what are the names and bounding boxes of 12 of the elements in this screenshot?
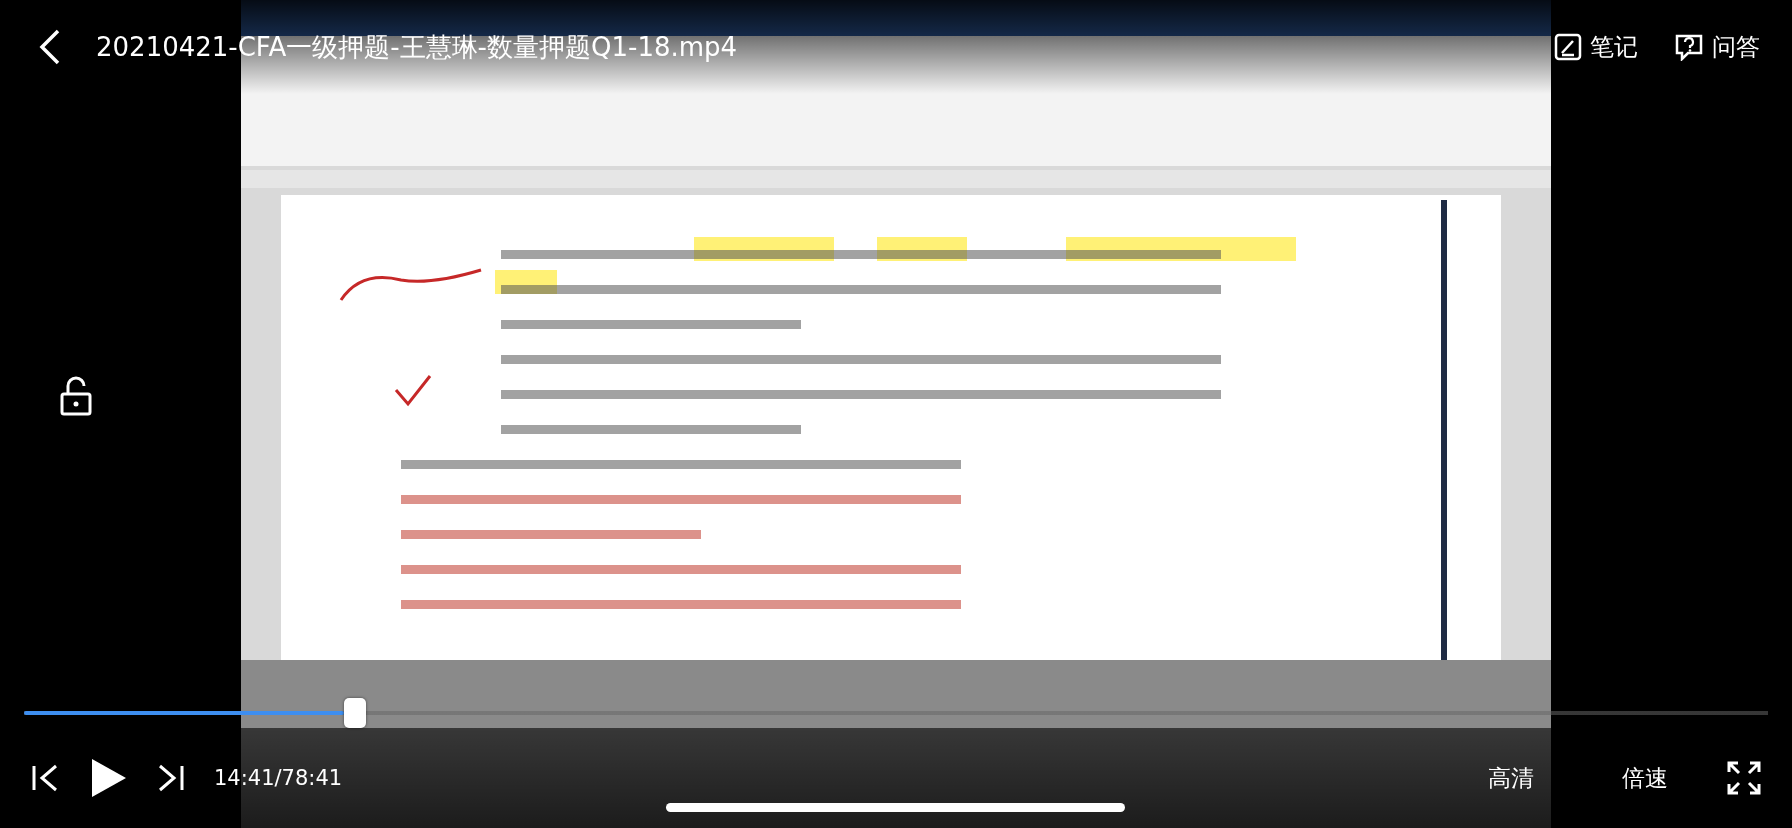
speed-button[interactable]: 倍速 — [1592, 758, 1698, 798]
question-bubble-icon — [1674, 33, 1704, 61]
progress-handle[interactable] — [344, 698, 367, 728]
fullscreen-button[interactable] — [1726, 760, 1762, 796]
edit-note-icon — [1554, 33, 1582, 61]
notes-button[interactable]: 笔记 — [1546, 27, 1646, 67]
quality-button[interactable]: 高清 — [1458, 758, 1564, 798]
next-button[interactable] — [156, 762, 186, 794]
questions-button[interactable]: 问答 — [1666, 27, 1768, 67]
video-title: 20210421-CFA一级押题-王慧琳-数量押题Q1-18.mp4 — [96, 30, 739, 64]
previous-button[interactable] — [30, 762, 60, 794]
playback-time: 14:41/78:41 — [214, 766, 344, 790]
